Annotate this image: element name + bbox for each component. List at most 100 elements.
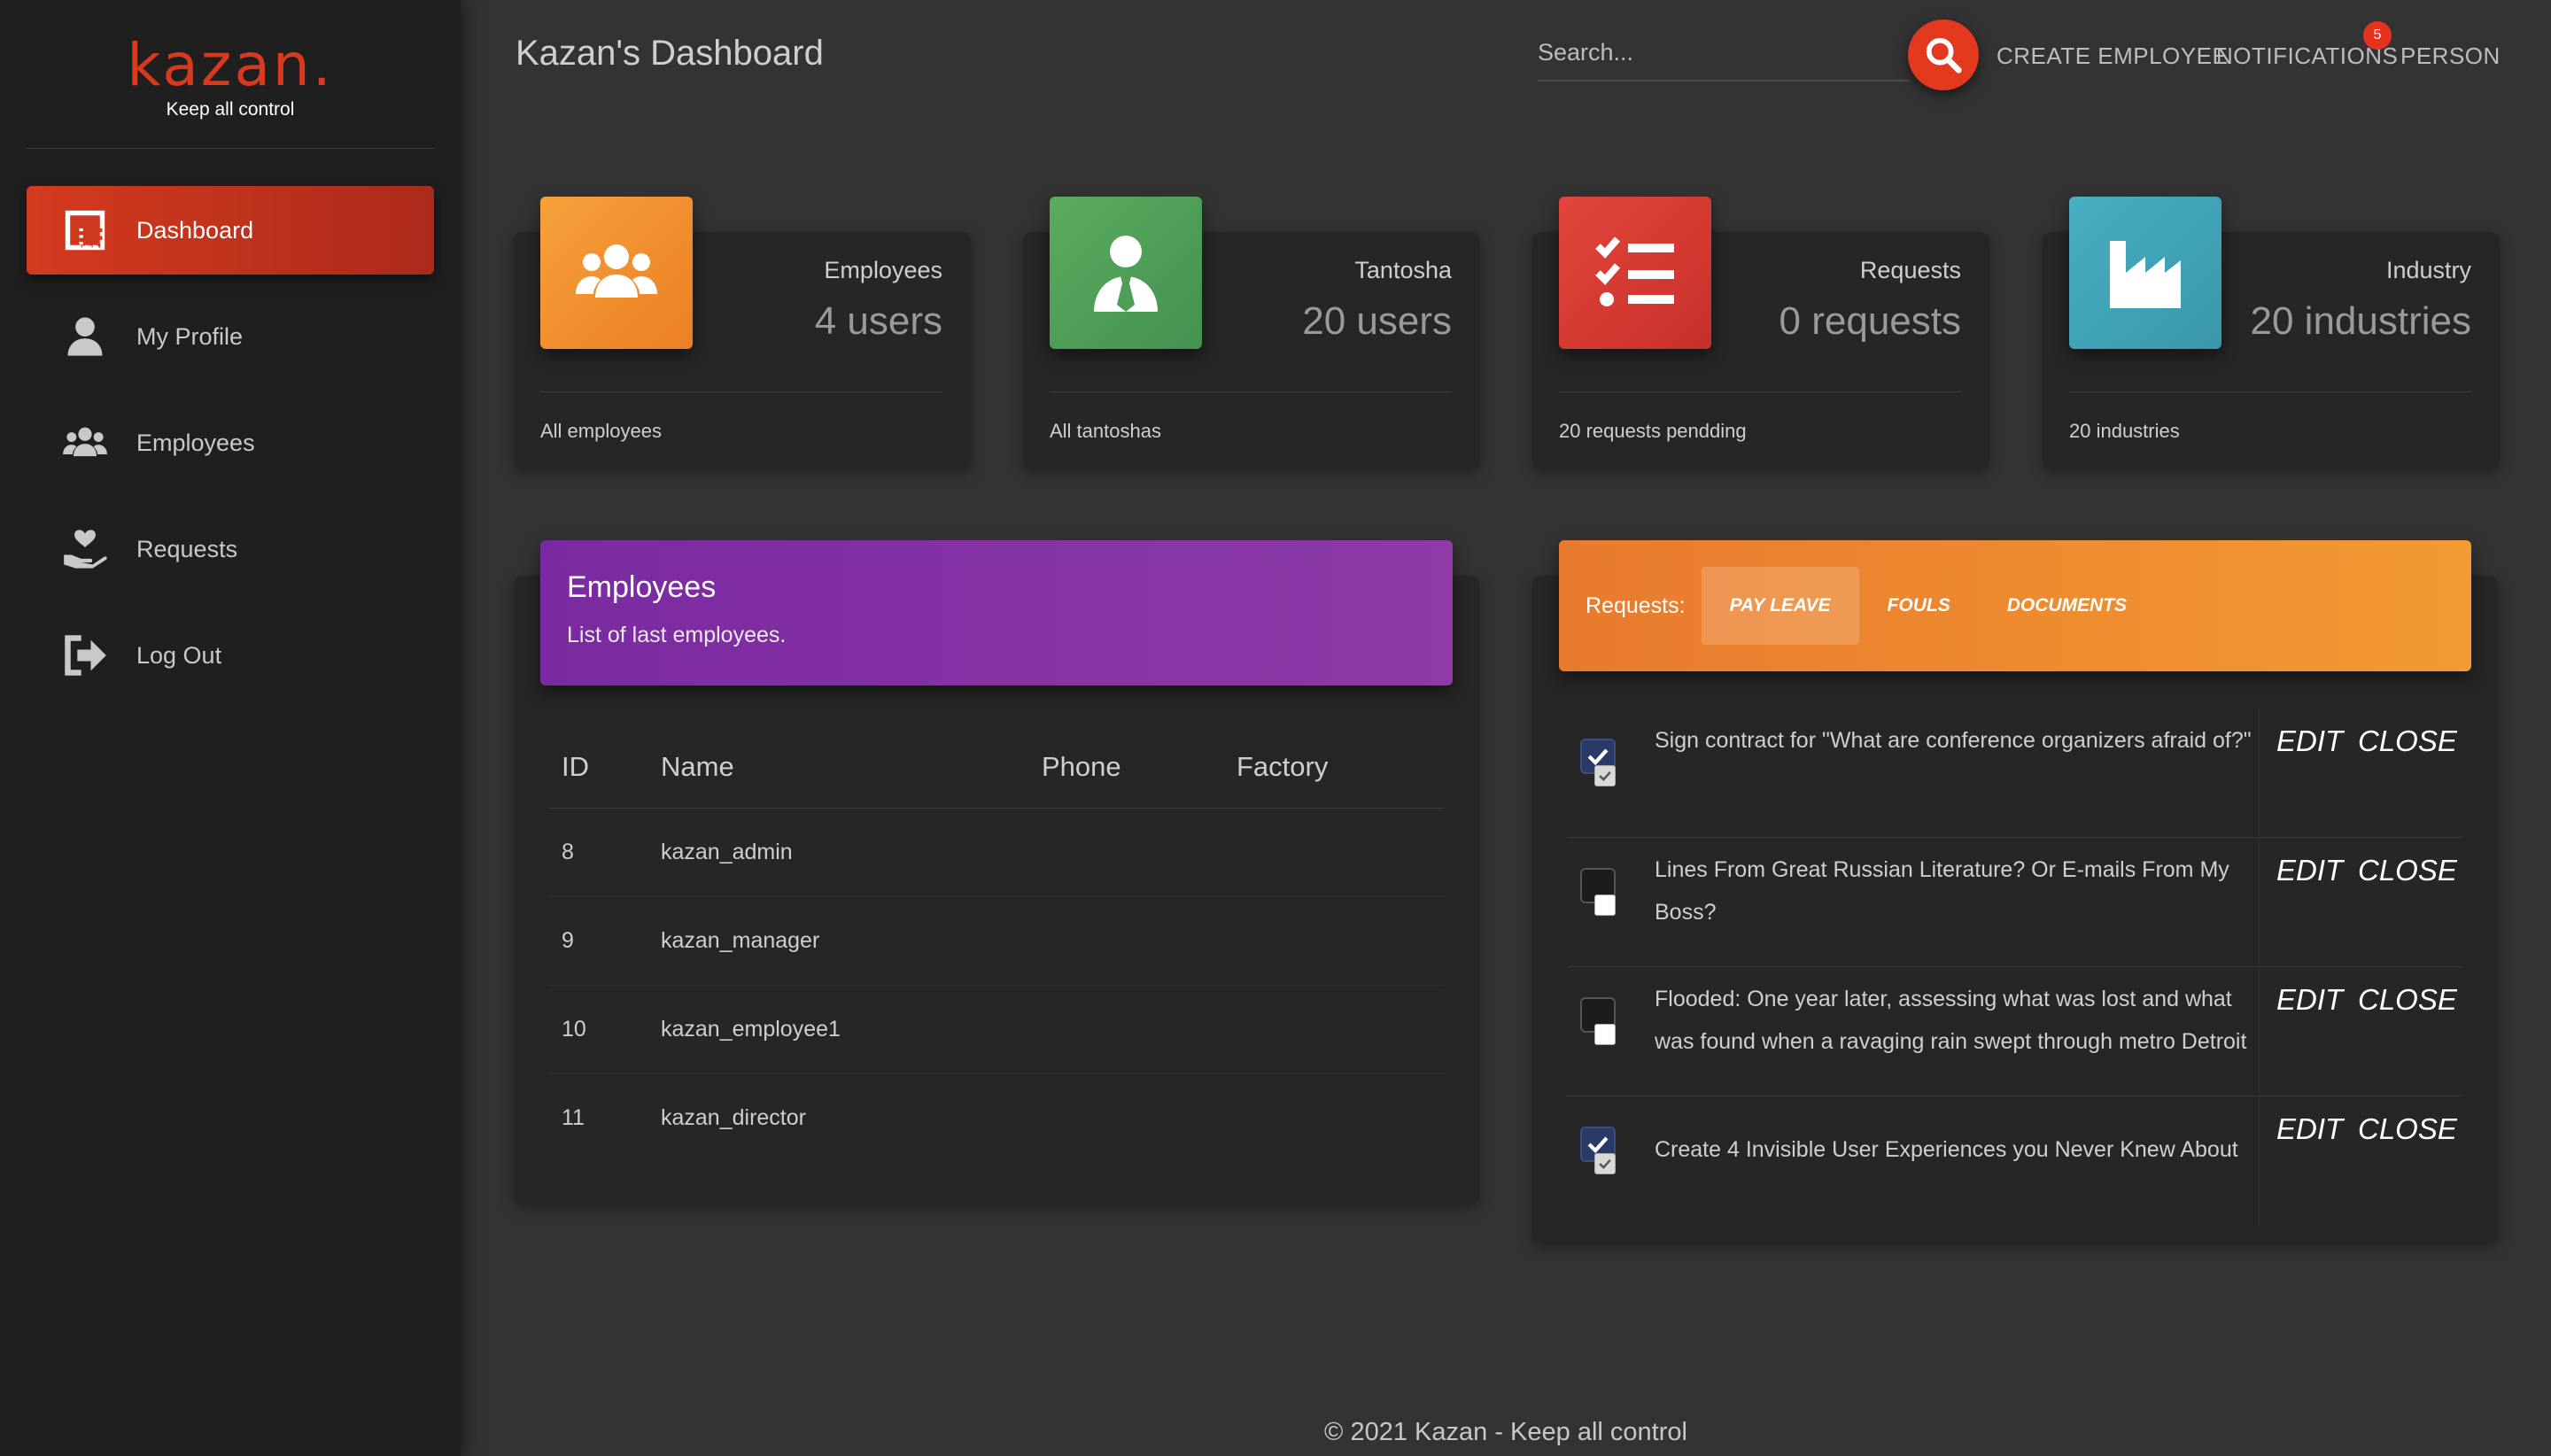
sidebar-item-label: My Profile: [136, 322, 244, 350]
logo[interactable]: kazan. Keep all control: [0, 32, 461, 120]
stat-label: Industry: [2385, 257, 2471, 283]
row-separator: [2259, 1096, 2260, 1226]
column-header-id: ID: [549, 726, 648, 809]
sidebar-item-label: Employees: [136, 429, 255, 456]
cell-id: 11: [562, 1104, 585, 1130]
sidebar-item-requests[interactable]: Requests: [27, 505, 434, 593]
stat-value: 4 users: [814, 299, 942, 343]
close-button[interactable]: CLOSE: [2358, 1112, 2457, 1146]
notification-badge: 5: [2363, 21, 2392, 50]
hand-heart-icon: [58, 523, 112, 576]
sidebar: kazan. Keep all control Dashboard My Pro…: [0, 0, 461, 1456]
tab-documents[interactable]: DOCUMENTS: [1979, 567, 2155, 645]
cell-name: kazan_admin: [648, 808, 1029, 897]
stat-divider: [1050, 391, 1452, 392]
tab-pay-leave[interactable]: PAY LEAVE: [1701, 567, 1859, 645]
table-row[interactable]: 11 kazan_director: [549, 1073, 1444, 1162]
sidebar-item-label: Log Out: [136, 641, 222, 669]
stat-footer: All employees: [540, 420, 662, 442]
stat-label: Tantosha: [1354, 257, 1452, 283]
cell-factory: [1224, 808, 1444, 897]
list-item: Sign contract for "What are conference o…: [1568, 709, 2462, 838]
column-header-factory: Factory: [1224, 726, 1444, 809]
requests-list: Sign contract for "What are conference o…: [1568, 709, 2462, 1226]
list-item: Create 4 Invisible User Experiences you …: [1568, 1096, 2462, 1226]
dashboard-icon: [58, 204, 112, 257]
search-input[interactable]: [1538, 28, 1910, 76]
list-item: Flooded: One year later, assessing what …: [1568, 967, 2462, 1096]
stat-divider: [2069, 391, 2471, 392]
employees-panel-header: Employees List of last employees.: [540, 540, 1453, 685]
close-button[interactable]: CLOSE: [2358, 983, 2457, 1017]
row-separator: [2259, 967, 2260, 1096]
stat-card-employees: Employees 4 users All employees: [514, 197, 971, 469]
request-mini-checkbox[interactable]: [1594, 1153, 1616, 1174]
edit-button[interactable]: EDIT: [2276, 1112, 2343, 1146]
cell-phone: [1029, 896, 1224, 986]
cell-name: kazan_manager: [648, 896, 1029, 986]
stat-divider: [1559, 391, 1961, 392]
tab-fouls[interactable]: FOULS: [1859, 567, 1979, 645]
row-separator: [2259, 709, 2260, 838]
table-header-row: ID Name Phone Factory: [549, 726, 1444, 809]
cell-factory: [1224, 1073, 1444, 1162]
page-title: Kazan's Dashboard: [516, 34, 824, 73]
table-row[interactable]: 10 kazan_employee1: [549, 985, 1444, 1074]
request-text: Lines From Great Russian Literature? Or …: [1655, 857, 2229, 925]
close-button[interactable]: CLOSE: [2358, 724, 2457, 758]
cell-name: kazan_director: [661, 1104, 806, 1130]
list-item: Lines From Great Russian Literature? Or …: [1568, 838, 2462, 967]
factory-icon: [2069, 197, 2221, 349]
stat-card-industry: Industry 20 industries 20 industries: [2043, 197, 2500, 469]
search-button[interactable]: [1908, 19, 1979, 90]
employees-panel: Employees List of last employees. ID Nam…: [514, 540, 1479, 1204]
group-icon: [540, 197, 693, 349]
logo-text: kazan.: [127, 31, 334, 99]
employees-table: ID Name Phone Factory 8 kazan_admin 9 ka…: [549, 726, 1444, 1162]
stat-label: Requests: [1859, 257, 1961, 283]
logo-tagline: Keep all control: [166, 99, 295, 120]
cell-id: 9: [549, 896, 648, 986]
stat-card-requests: Requests 0 requests 20 requests pendding: [1532, 197, 1989, 469]
request-mini-checkbox[interactable]: [1594, 1024, 1616, 1045]
requests-label: Requests:: [1586, 592, 1686, 618]
sidebar-item-my-profile[interactable]: My Profile: [27, 292, 434, 381]
stat-divider: [540, 391, 942, 392]
sidebar-item-dashboard[interactable]: Dashboard: [27, 186, 434, 275]
close-button[interactable]: CLOSE: [2358, 854, 2457, 887]
search-field: [1538, 28, 1910, 81]
employees-panel-title: Employees: [567, 570, 717, 604]
person-icon: [58, 310, 112, 363]
request-mini-checkbox[interactable]: [1594, 895, 1616, 916]
requests-panel: Requests: PAY LEAVE FOULS DOCUMENTS Sign…: [1532, 540, 2498, 1243]
sidebar-item-label: Dashboard: [136, 216, 254, 244]
edit-button[interactable]: EDIT: [2276, 724, 2343, 758]
sidebar-item-log-out[interactable]: Log Out: [27, 611, 434, 700]
request-text: Flooded: One year later, assessing what …: [1655, 987, 2247, 1054]
edit-button[interactable]: EDIT: [2276, 983, 2343, 1017]
table-row[interactable]: 9 kazan_manager: [549, 896, 1444, 986]
sidebar-item-employees[interactable]: Employees: [27, 399, 434, 487]
edit-button[interactable]: EDIT: [2276, 854, 2343, 887]
cell-name: kazan_employee1: [648, 985, 1029, 1074]
stat-label: Employees: [824, 257, 942, 283]
stat-footer: All tantoshas: [1050, 420, 1161, 442]
checklist-icon: [1559, 197, 1711, 349]
column-header-phone: Phone: [1029, 726, 1224, 809]
sidebar-item-label: Requests: [136, 535, 238, 562]
cell-factory: [1224, 985, 1444, 1074]
cell-phone: [1029, 1073, 1224, 1162]
user-tie-icon: [1050, 197, 1202, 349]
stat-footer: 20 industries: [2069, 420, 2180, 442]
column-header-name: Name: [648, 726, 1029, 809]
check-icon: [1599, 1158, 1611, 1169]
person-link[interactable]: PERSON: [2400, 43, 2501, 70]
create-employee-link[interactable]: CREATE EMPLOYEE: [1997, 43, 2228, 70]
employees-panel-subtitle: List of last employees.: [567, 623, 787, 647]
cell-factory: [1224, 896, 1444, 986]
requests-panel-header: Requests: PAY LEAVE FOULS DOCUMENTS: [1559, 540, 2471, 671]
stat-footer: 20 requests pendding: [1559, 420, 1747, 442]
stat-value: 0 requests: [1779, 299, 1961, 343]
table-row[interactable]: 8 kazan_admin: [549, 808, 1444, 897]
request-mini-checkbox[interactable]: [1594, 765, 1616, 786]
